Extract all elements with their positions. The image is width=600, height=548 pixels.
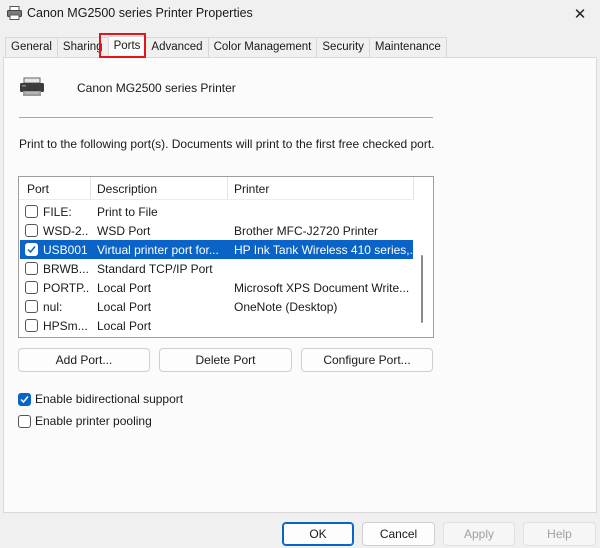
- cancel-button[interactable]: Cancel: [362, 522, 435, 546]
- port-row-selected[interactable]: USB001 Virtual printer port for... HP In…: [20, 240, 413, 259]
- list-header: Port Description Printer: [19, 177, 414, 200]
- column-header-printer[interactable]: Printer: [234, 182, 269, 196]
- port-row[interactable]: PORTP... Local Port Microsoft XPS Docume…: [20, 278, 413, 297]
- port-name: nul:: [43, 300, 63, 314]
- help-button[interactable]: Help: [523, 522, 596, 546]
- port-row[interactable]: WSD-2... WSD Port Brother MFC-J2720 Prin…: [20, 221, 413, 240]
- tab-maintenance[interactable]: Maintenance: [368, 37, 447, 57]
- apply-button[interactable]: Apply: [443, 522, 515, 546]
- port-list[interactable]: Port Description Printer FILE: Print to …: [18, 176, 434, 338]
- port-name: USB001: [43, 243, 88, 257]
- header-divider: [19, 117, 433, 118]
- ports-description: Print to the following port(s). Document…: [19, 137, 435, 151]
- title-bar: Canon MG2500 series Printer Properties ✕: [0, 0, 600, 28]
- port-checkbox[interactable]: [25, 281, 38, 294]
- column-separator[interactable]: [227, 177, 228, 199]
- tab-strip: General Sharing Ports Advanced Color Man…: [5, 36, 447, 58]
- pooling-label: Enable printer pooling: [35, 414, 152, 428]
- printer-icon: [7, 6, 22, 20]
- port-description: Standard TCP/IP Port: [97, 262, 213, 276]
- tab-sharing[interactable]: Sharing: [56, 37, 109, 57]
- port-name: WSD-2...: [43, 224, 89, 238]
- port-description: WSD Port: [97, 224, 151, 238]
- port-checkbox[interactable]: [25, 262, 38, 275]
- port-row[interactable]: FILE: Print to File: [20, 202, 413, 221]
- configure-port-button[interactable]: Configure Port...: [301, 348, 433, 372]
- checkmark-icon: [27, 246, 36, 254]
- printer-name: Canon MG2500 series Printer: [77, 81, 236, 95]
- tab-color-management[interactable]: Color Management: [207, 37, 318, 57]
- window-title: Canon MG2500 series Printer Properties: [27, 6, 253, 20]
- delete-port-button[interactable]: Delete Port: [159, 348, 292, 372]
- printer-pooling-option[interactable]: Enable printer pooling: [18, 413, 152, 429]
- tab-security[interactable]: Security: [316, 37, 370, 57]
- port-checkbox[interactable]: [25, 224, 38, 237]
- port-checkbox[interactable]: [25, 300, 38, 313]
- close-button[interactable]: ✕: [560, 0, 600, 28]
- list-scrollbar[interactable]: [413, 177, 432, 337]
- column-separator[interactable]: [90, 177, 91, 199]
- port-checkbox[interactable]: [25, 205, 38, 218]
- tab-ports[interactable]: Ports: [107, 36, 147, 58]
- port-printer: HP Ink Tank Wireless 410 series,...: [234, 243, 412, 257]
- port-printer: Brother MFC-J2720 Printer: [234, 224, 379, 238]
- port-name: FILE:: [43, 205, 72, 219]
- port-description: Print to File: [97, 205, 158, 219]
- bidirectional-label: Enable bidirectional support: [35, 392, 184, 406]
- tab-advanced[interactable]: Advanced: [145, 37, 209, 57]
- bidirectional-checkbox[interactable]: [18, 392, 31, 406]
- checkmark-icon: [20, 395, 29, 403]
- port-checkbox[interactable]: [25, 243, 38, 256]
- port-description: Virtual printer port for...: [97, 243, 219, 257]
- port-row[interactable]: nul: Local Port OneNote (Desktop): [20, 297, 413, 316]
- bidirectional-support-option[interactable]: Enable bidirectional support: [18, 391, 183, 407]
- port-name: BRWB...: [43, 262, 89, 276]
- port-row[interactable]: HPSm... Local Port: [20, 316, 413, 335]
- add-port-button[interactable]: Add Port...: [18, 348, 150, 372]
- close-icon: ✕: [573, 6, 587, 23]
- scrollbar-thumb[interactable]: [421, 255, 423, 323]
- port-printer: OneNote (Desktop): [234, 300, 338, 314]
- port-description: Local Port: [97, 319, 152, 333]
- column-header-description[interactable]: Description: [97, 182, 157, 196]
- port-name: PORTP...: [43, 281, 89, 295]
- port-printer: Microsoft XPS Document Write...: [234, 281, 410, 295]
- port-name: HPSm...: [43, 319, 88, 333]
- port-description: Local Port: [97, 300, 152, 314]
- pooling-checkbox[interactable]: [18, 414, 31, 428]
- column-header-port[interactable]: Port: [27, 182, 49, 196]
- ok-button[interactable]: OK: [282, 522, 354, 546]
- port-row[interactable]: BRWB... Standard TCP/IP Port: [20, 259, 413, 278]
- port-description: Local Port: [97, 281, 152, 295]
- port-checkbox[interactable]: [25, 319, 38, 332]
- tab-general[interactable]: General: [5, 37, 58, 57]
- printer-device-icon: [20, 77, 44, 96]
